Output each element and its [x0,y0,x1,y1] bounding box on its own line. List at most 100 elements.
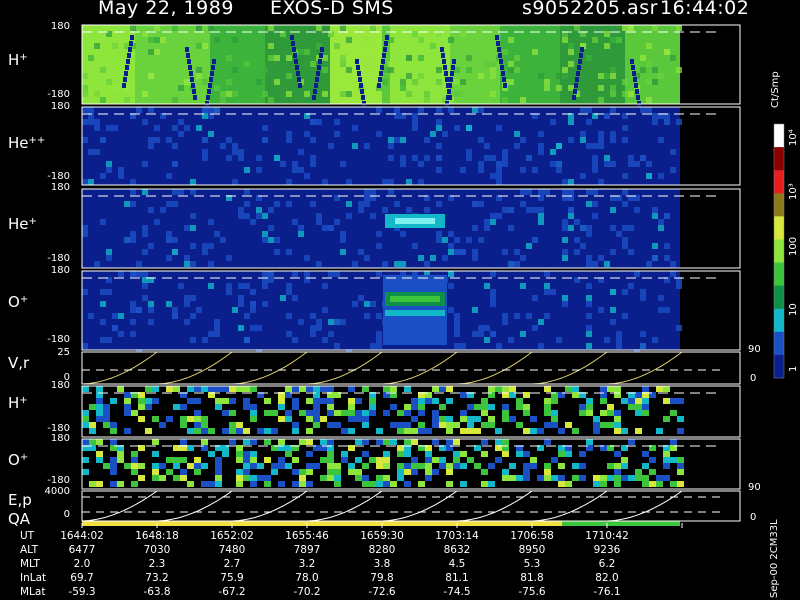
spectrogram-cell [364,301,370,307]
spectrogram-cell [112,313,118,319]
spectrogram-cell [118,271,124,277]
h-plus-trace [443,65,447,70]
h-plus-reduced-cell [250,386,257,392]
o-plus-reduced-cell [481,451,488,457]
o-plus-reduced-cell [152,439,159,445]
h-plus-reduced-cell [348,410,355,416]
o-plus-reduced-cell [131,457,138,463]
spectrogram-cell [226,289,232,295]
spectrogram-cell [340,161,346,167]
h-plus-reduced-cell [278,416,285,422]
h-plus-reduced-cell [586,410,593,416]
h-plus-trace [579,53,583,58]
o-plus-reduced-cell [635,469,642,475]
spectrogram-cell [436,167,442,173]
o-plus-reduced-cell [558,475,565,481]
h-plus-reduced-cell [320,398,327,404]
spectrogram-cell [376,107,382,113]
label-h-plus-2: H+ [8,394,28,412]
o-plus-reduced-cell [187,445,194,451]
o-plus-reduced-cell [236,445,243,451]
h-plus-cell [664,49,670,55]
o-plus-reduced-cell [509,475,516,481]
h-plus-reduced-cell [187,398,194,404]
spectrogram-cell [250,301,256,307]
o-plus-reduced-cell [243,475,250,481]
o-plus-reduced-cell [187,463,194,469]
spectrogram-cell [610,307,616,313]
spectrogram-cell [568,119,574,125]
h-plus-reduced-cell [488,386,495,392]
ephemeris-cell: 2.7 [223,558,241,570]
spectrogram-cell [388,137,394,143]
o-plus-reduced-cell [355,439,362,445]
o-plus-reduced-cell [523,475,530,481]
o-plus-reduced-cell [621,463,628,469]
o-plus-reduced-cell [348,445,355,451]
spectrogram-cell [532,295,538,301]
o-plus-reduced-cell [565,451,572,457]
h-plus-trace [130,35,134,40]
o-plus-reduced-cell [481,469,488,475]
o-plus-reduced-cell [495,439,502,445]
spectrogram-cell [106,125,112,131]
spectrogram-cell [370,189,376,195]
o-plus-reduced-cell [257,475,264,481]
spectrogram-cell [586,201,592,207]
spectrogram-cell [292,161,298,167]
spectrogram-cell [430,131,436,137]
h-plus-reduced-cell [614,386,621,392]
colorbar-swatch [774,193,784,217]
spectrogram-cell [526,243,532,249]
ephemeris-row-alt: ALT 6477 7030 7480 7897 8280 8632 8950 9236 [0,544,760,556]
spectrogram-cell [238,149,244,155]
o-plus-reduced-cell [334,469,341,475]
h-plus-trace [576,71,580,76]
h-plus-reduced-cell [439,386,446,392]
h-plus-cell [562,37,568,43]
o-plus-reduced-cell [383,457,390,463]
spectrogram-cell [490,213,496,219]
spectrogram-cell [376,337,382,343]
o-plus-reduced-cell [558,463,565,469]
label-vr: V,r [8,354,30,372]
o-plus-reduced-cell [327,439,334,445]
h-plus-cell [268,55,274,61]
o-plus-reduced-cell [138,463,145,469]
h-plus-reduced-cell [187,386,194,392]
spectrogram-cell [346,201,352,207]
o-plus-reduced-cell [320,439,327,445]
h-plus-cell [220,73,226,79]
o-plus-reduced-cell [271,463,278,469]
h-plus-reduced-cell [558,428,565,434]
h-plus-reduced-cell [530,428,537,434]
ephemeris-cell: -72.6 [368,586,396,598]
tick-o2-bottom: -180 [47,475,70,486]
spectrogram-cell [616,337,622,343]
h-plus-reduced-cell [348,386,355,392]
h-plus-cell [604,43,610,49]
spectrogram-cell [448,107,454,113]
o-plus-reduced-cell [362,475,369,481]
h-plus-cell [346,67,352,73]
h-plus-cell [508,37,514,43]
ephemeris-cell: 8950 [518,544,546,556]
h-plus-reduced-cell [103,422,110,428]
spectrogram-cell [604,337,610,343]
spectrogram-cell [520,167,526,173]
o-plus-enhancement-core [390,296,440,302]
spectrogram-cell [142,231,148,237]
label-he-plus: He+ [8,215,37,233]
spectrogram-cell [472,249,478,255]
spectrogram-cell [178,189,184,195]
h-plus-reduced-cell [397,410,404,416]
spectrogram-cell [622,189,628,195]
spectrogram-cell [484,219,490,225]
spectrogram-cell [166,231,172,237]
spectrogram-cell [466,155,472,161]
o-plus-reduced-cell [663,463,670,469]
spectrogram-cell [328,319,334,325]
h-plus-cell [226,55,232,61]
h-plus-reduced-cell [481,404,488,410]
spectrogram-cell [208,243,214,249]
